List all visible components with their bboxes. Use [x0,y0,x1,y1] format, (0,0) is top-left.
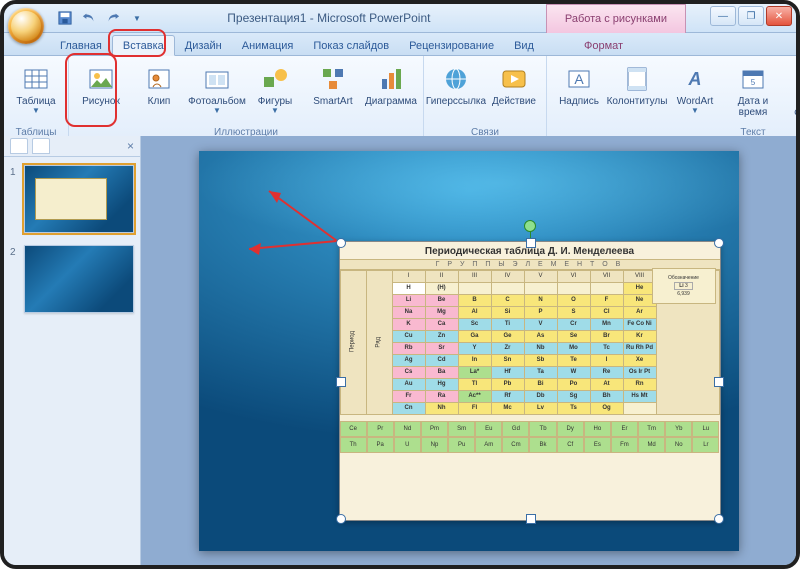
гиперссылка-icon [440,63,472,95]
ribbon-действие-button[interactable]: Действие [486,60,542,126]
title-bar: ▼ Презентация1 - Microsoft PowerPoint Ра… [4,4,796,33]
window-title: Презентация1 - Microsoft PowerPoint [227,11,430,25]
slide-thumbnail[interactable] [24,245,134,313]
picture-legend: Обозначение Li 3 6,939 [652,268,716,304]
надпись-icon: A [563,63,595,95]
ribbon-дата и время-button[interactable]: 5 Дата и время [725,60,781,126]
ribbon-button-label: Диаграмма [365,96,417,107]
svg-text:A: A [688,69,702,89]
ribbon-tabs: ГлавнаяВставкаДизайнАнимацияПоказ слайдо… [4,33,796,56]
slide-thumbnail[interactable] [24,165,134,233]
rotate-handle[interactable] [524,220,536,232]
resize-handle-w[interactable] [336,377,346,387]
ribbon-button-label: Гиперссылка [426,96,486,107]
ribbon-надпись-button[interactable]: A Надпись [551,60,607,126]
qat-dropdown-icon[interactable]: ▼ [128,9,146,27]
ribbon-таблица-button[interactable]: Таблица▼ [8,60,64,126]
resize-handle-e[interactable] [714,377,724,387]
svg-text:A: A [574,71,584,87]
ribbon-гиперссылка-button[interactable]: Гиперссылка [428,60,484,126]
slide: Периодическая таблица Д. И. Менделеева Г… [199,151,739,551]
inserted-picture[interactable]: Периодическая таблица Д. И. Менделеева Г… [339,241,721,521]
tab-формат[interactable]: Формат [574,36,633,55]
group-illustrations: Рисунок Клип Фотоальбом▼Фигуры▼ SmartArt Диа… [69,56,424,138]
group-tables: Таблица▼Таблицы [4,56,69,138]
ribbon-рисунок-button[interactable]: Рисунок [73,60,129,126]
resize-handle-sw[interactable] [336,514,346,524]
lanthanide-actinide-block: CePrNdPmSmEuGdTbDyHoErTmYbLuThPaUNpPuAmC… [340,415,720,451]
resize-handle-se[interactable] [714,514,724,524]
рисунок-icon [85,63,117,95]
slides-tab-icon[interactable] [10,138,28,154]
tab-главная[interactable]: Главная [50,36,112,55]
slide-canvas[interactable]: Периодическая таблица Д. И. Менделеева Г… [141,136,796,565]
tab-анимация[interactable]: Анимация [232,36,304,55]
таблица-icon [20,63,52,95]
фотоальбом-icon [201,63,233,95]
resize-handle-n[interactable] [526,238,536,248]
maximize-button[interactable]: ❐ [738,6,764,26]
диаграмма-icon [375,63,407,95]
minimize-button[interactable]: — [710,6,736,26]
undo-icon[interactable] [80,9,98,27]
ribbon-фигуры-button[interactable]: Фигуры▼ [247,60,303,126]
quick-access-toolbar: ▼ [56,9,146,27]
close-button[interactable]: ✕ [766,6,792,26]
номер слайда-icon: # [795,63,800,95]
resize-handle-s[interactable] [526,514,536,524]
group-text: A Надпись КолонтитулыAWordArt▼ 5 Дата и врем… [547,56,800,138]
ribbon-button-label: Дата и время [726,96,780,118]
колонтитулы-icon [621,63,653,95]
ribbon-номер слайда-button[interactable]: #Номер слайда [783,60,800,126]
tab-показ слайдов[interactable]: Показ слайдов [303,36,399,55]
group-links: ГиперссылкаДействиеСвязи [424,56,547,138]
ribbon-button-label: Надпись [559,96,599,107]
клип-icon [143,63,175,95]
ribbon-button-label: Рисунок [82,96,120,107]
ribbon-wordart-button[interactable]: AWordArt▼ [667,60,723,126]
tab-вставка[interactable]: Вставка [112,35,175,56]
ribbon-smartart-button[interactable]: SmartArt [305,60,361,126]
ribbon-колонтитулы-button[interactable]: Колонтитулы [609,60,665,126]
tab-вид[interactable]: Вид [504,36,544,55]
ribbon-button-label: Клип [148,96,171,107]
contextual-tab-title: Работа с рисунками [546,4,686,33]
ribbon-button-label: Номер слайда [784,96,800,118]
outline-tab-icon[interactable] [32,138,50,154]
resize-handle-ne[interactable] [714,238,724,248]
wordart-icon: A [679,63,711,95]
save-icon[interactable] [56,9,74,27]
фигуры-icon [259,63,291,95]
slide-number: 1 [10,165,20,233]
svg-text:5: 5 [751,78,756,87]
ribbon-button-label: Действие [492,96,536,107]
tab-дизайн[interactable]: Дизайн [175,36,232,55]
office-button[interactable] [8,8,44,44]
close-panel-icon[interactable]: × [127,139,134,153]
ribbon-фотоальбом-button[interactable]: Фотоальбом▼ [189,60,245,126]
slide-thumbnail-panel: × 1 2 [4,136,141,565]
redo-icon[interactable] [104,9,122,27]
slide-number: 2 [10,245,20,313]
tab-рецензирование[interactable]: Рецензирование [399,36,504,55]
ribbon-button-label: SmartArt [313,96,352,107]
ribbon-диаграмма-button[interactable]: Диаграмма [363,60,419,126]
дата и время-icon: 5 [737,63,769,95]
ribbon-button-label: Колонтитулы [607,96,668,107]
smartart-icon [317,63,349,95]
ribbon-клип-button[interactable]: Клип [131,60,187,126]
resize-handle-nw[interactable] [336,238,346,248]
действие-icon [498,63,530,95]
ribbon: Таблица▼Таблицы Рисунок Клип Фотоальбом▼Фиг… [4,56,796,139]
